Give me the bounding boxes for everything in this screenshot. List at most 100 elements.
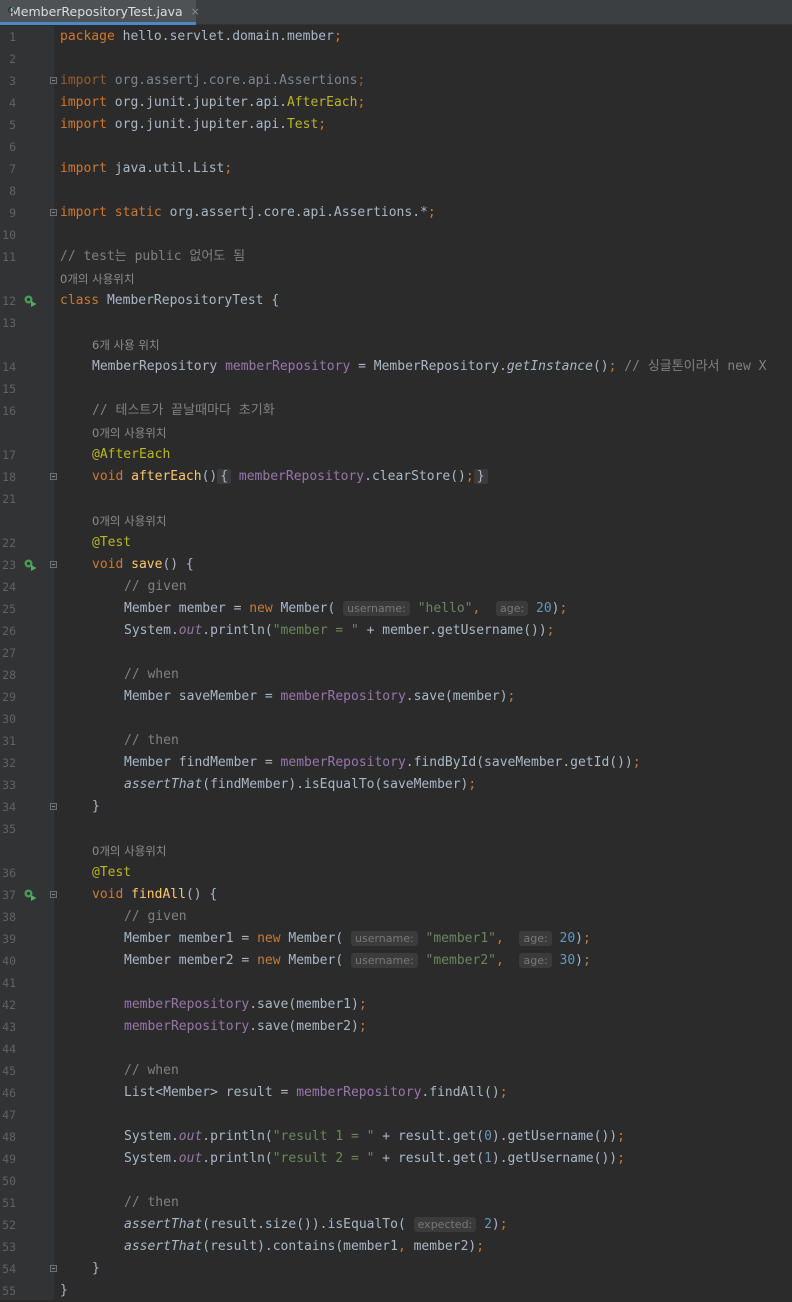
- code-text: // 테스트가 끝날때마다 초기화: [92, 403, 275, 418]
- line-number: 7: [9, 162, 16, 176]
- line-number: 17: [2, 448, 16, 462]
- tab-member-repository-test[interactable]: MemberRepositoryTest.java ×: [0, 0, 200, 25]
- code-line: 24 // given: [0, 576, 792, 598]
- code-line: 48 System.out.println("result 1 = " + re…: [0, 1126, 792, 1148]
- code-text: package hello.servlet.domain.member;: [60, 29, 342, 44]
- line-number: 37: [2, 888, 16, 902]
- line-number: 9: [9, 206, 16, 220]
- code-text: List<Member> result = memberRepository.f…: [124, 1085, 508, 1100]
- usage-text[interactable]: 0개의 사용위치: [92, 840, 166, 862]
- usage-hint[interactable]: 0개의 사용위치: [0, 268, 792, 290]
- usage-text[interactable]: 6개 사용 위치: [92, 334, 160, 356]
- code-text: Member member1 = new Member( username: "…: [124, 931, 591, 946]
- usage-hint[interactable]: 0개의 사용위치: [0, 510, 792, 532]
- code-text: // then: [124, 1195, 179, 1210]
- code-line: 50: [0, 1170, 792, 1192]
- fold-icon[interactable]: [50, 473, 57, 480]
- code-line: 36 @Test: [0, 862, 792, 884]
- line-number: 2: [9, 52, 16, 66]
- code-line: 2: [0, 48, 792, 70]
- line-number: 15: [2, 382, 16, 396]
- line-number: 47: [2, 1108, 16, 1122]
- code-line: 42 memberRepository.save(member1);: [0, 994, 792, 1016]
- line-number: 52: [2, 1218, 16, 1232]
- code-text: void save() {: [92, 557, 194, 572]
- fold-icon[interactable]: [50, 891, 57, 898]
- code-text: import org.junit.jupiter.api.AfterEach;: [60, 95, 366, 110]
- code-text: Member member2 = new Member( username: "…: [124, 953, 591, 968]
- code-line: 38 // given: [0, 906, 792, 928]
- code-line: 26 System.out.println("member = " + memb…: [0, 620, 792, 642]
- code-line: 27: [0, 642, 792, 664]
- code-text: class MemberRepositoryTest {: [60, 293, 280, 308]
- line-number: 24: [2, 580, 16, 594]
- line-number: 39: [2, 932, 16, 946]
- code-text: import static org.assertj.core.api.Asser…: [60, 205, 436, 220]
- run-test-icon[interactable]: [24, 295, 37, 307]
- code-line: 5 import org.junit.jupiter.api.Test;: [0, 114, 792, 136]
- editor-tab-bar: MemberRepositoryTest.java ×: [0, 0, 792, 25]
- code-editor[interactable]: 1 package hello.servlet.domain.member; 2…: [0, 26, 792, 1302]
- run-test-icon[interactable]: [24, 559, 37, 571]
- line-number: 44: [2, 1042, 16, 1056]
- line-number: 49: [2, 1152, 16, 1166]
- code-line: 4 import org.junit.jupiter.api.AfterEach…: [0, 92, 792, 114]
- fold-icon[interactable]: [50, 209, 57, 216]
- line-number: 1: [9, 30, 16, 44]
- fold-icon[interactable]: [50, 803, 57, 810]
- code-line: 9 import static org.assertj.core.api.Ass…: [0, 202, 792, 224]
- line-number: 8: [9, 184, 16, 198]
- usage-text[interactable]: 0개의 사용위치: [92, 422, 166, 444]
- fold-icon[interactable]: [50, 1265, 57, 1272]
- code-line: 41: [0, 972, 792, 994]
- fold-icon[interactable]: [50, 77, 57, 84]
- code-text: assertThat(result.size()).isEqualTo( exp…: [124, 1217, 508, 1232]
- code-line: 16 // 테스트가 끝날때마다 초기화: [0, 400, 792, 422]
- code-text: void afterEach(){ memberRepository.clear…: [92, 466, 488, 488]
- code-text: System.out.println("result 1 = " + resul…: [124, 1129, 625, 1144]
- line-number: 3: [9, 74, 16, 88]
- line-number: 41: [2, 976, 16, 990]
- line-number: 13: [2, 316, 16, 330]
- code-text: // then: [124, 733, 179, 748]
- usage-hint[interactable]: 0개의 사용위치: [0, 840, 792, 862]
- line-number: 35: [2, 822, 16, 836]
- code-line: 45 // when: [0, 1060, 792, 1082]
- run-test-icon[interactable]: [24, 889, 37, 901]
- code-text: import org.junit.jupiter.api.Test;: [60, 117, 327, 132]
- code-line: 47: [0, 1104, 792, 1126]
- line-number: 10: [2, 228, 16, 242]
- usage-hint[interactable]: 0개의 사용위치: [0, 422, 792, 444]
- line-number: 46: [2, 1086, 16, 1100]
- code-line: 51 // then: [0, 1192, 792, 1214]
- code-text: Member member = new Member( username: "h…: [124, 601, 568, 616]
- line-number: 27: [2, 646, 16, 660]
- code-line: 13: [0, 312, 792, 334]
- code-line: 30: [0, 708, 792, 730]
- line-number: 55: [2, 1284, 16, 1298]
- line-number: 30: [2, 712, 16, 726]
- code-line: 1 package hello.servlet.domain.member;: [0, 26, 792, 48]
- usage-text[interactable]: 0개의 사용위치: [60, 268, 134, 290]
- code-line: 32 Member findMember = memberRepository.…: [0, 752, 792, 774]
- code-text: System.out.println("result 2 = " + resul…: [124, 1151, 625, 1166]
- code-line: 23 void save() {: [0, 554, 792, 576]
- code-line: 54 }: [0, 1258, 792, 1280]
- line-number: 31: [2, 734, 16, 748]
- code-text: @Test: [92, 535, 132, 550]
- line-number: 32: [2, 756, 16, 770]
- line-number: 16: [2, 404, 16, 418]
- line-number: 38: [2, 910, 16, 924]
- usage-text[interactable]: 0개의 사용위치: [92, 510, 166, 532]
- code-line: 33 assertThat(findMember).isEqualTo(save…: [0, 774, 792, 796]
- close-icon[interactable]: ×: [191, 5, 200, 18]
- code-line: 15: [0, 378, 792, 400]
- fold-icon[interactable]: [50, 561, 57, 568]
- code-line: 11 // test는 public 없어도 됨: [0, 246, 792, 268]
- line-number: 34: [2, 800, 16, 814]
- code-line: 17 @AfterEach: [0, 444, 792, 466]
- code-text: // when: [124, 1063, 179, 1078]
- usage-hint[interactable]: 6개 사용 위치: [0, 334, 792, 356]
- code-line: 21: [0, 488, 792, 510]
- code-text: MemberRepository memberRepository = Memb…: [92, 359, 767, 374]
